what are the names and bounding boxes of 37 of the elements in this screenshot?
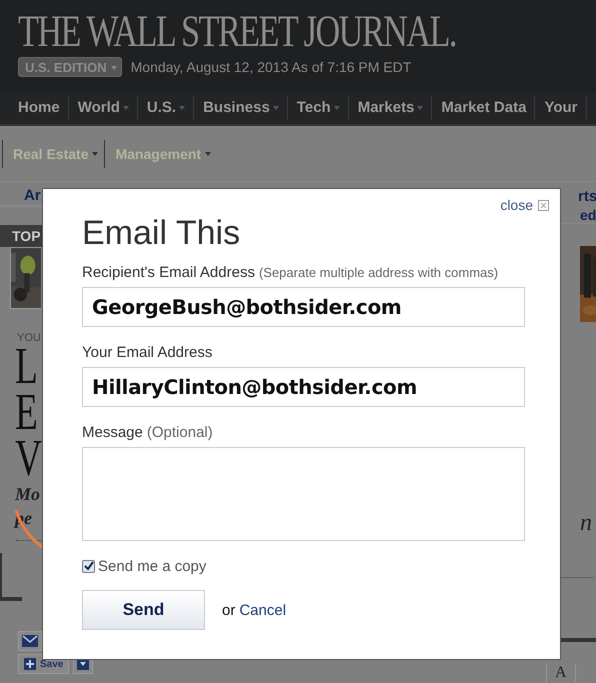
plus-icon xyxy=(24,658,36,670)
nav-item[interactable]: Business xyxy=(203,96,288,120)
dialog-title: Email This xyxy=(82,213,242,253)
dateline: Monday, August 12, 2013 As of 7:16 PM EDT xyxy=(130,59,412,75)
input-field[interactable]: GeorgeBush@bothsider.com xyxy=(82,287,525,327)
nav-item[interactable]: World xyxy=(78,96,138,120)
field-label: Your Email Address xyxy=(82,344,212,361)
send-button[interactable]: Send xyxy=(82,590,205,630)
close-icon[interactable] xyxy=(538,200,549,210)
text-size-button[interactable]: A xyxy=(555,664,567,681)
envelope-icon xyxy=(22,635,38,647)
masthead-logo[interactable]: THE WALL STREET JOURNAL. xyxy=(18,8,456,54)
nav-item[interactable]: Home xyxy=(18,96,69,120)
or-text: or xyxy=(222,602,236,618)
deck-fragment: Mo xyxy=(15,483,40,506)
nav-item[interactable]: Market Data xyxy=(441,96,536,120)
headline-fragment: E xyxy=(15,390,38,436)
input-field[interactable]: HillaryClinton@bothsider.com xyxy=(82,367,525,407)
nav-item[interactable]: Tech xyxy=(296,96,349,120)
kicker: YOU xyxy=(17,332,41,344)
nav-item[interactable]: U.S. xyxy=(146,96,194,120)
deck-fragment: n xyxy=(580,510,592,537)
checkbox-label: Send me a copy xyxy=(98,558,206,575)
message-field[interactable] xyxy=(82,447,525,541)
close-link[interactable]: close xyxy=(500,197,533,213)
field-hint: (Separate multiple address with commas) xyxy=(258,265,498,280)
field-label: Message xyxy=(82,424,143,441)
nav-item[interactable]: Markets xyxy=(358,96,432,120)
section-label: TOP xyxy=(0,225,42,247)
checkbox[interactable] xyxy=(82,560,95,573)
email-button[interactable] xyxy=(18,631,42,651)
headline-fragment: L xyxy=(15,344,38,390)
field-hint: (Optional) xyxy=(146,424,213,441)
cancel-link[interactable]: Cancel xyxy=(239,602,286,618)
headline-fragment: V xyxy=(15,436,42,482)
nav-item[interactable]: Your xyxy=(544,96,587,120)
field-label: Recipient's Email Address xyxy=(82,264,255,281)
